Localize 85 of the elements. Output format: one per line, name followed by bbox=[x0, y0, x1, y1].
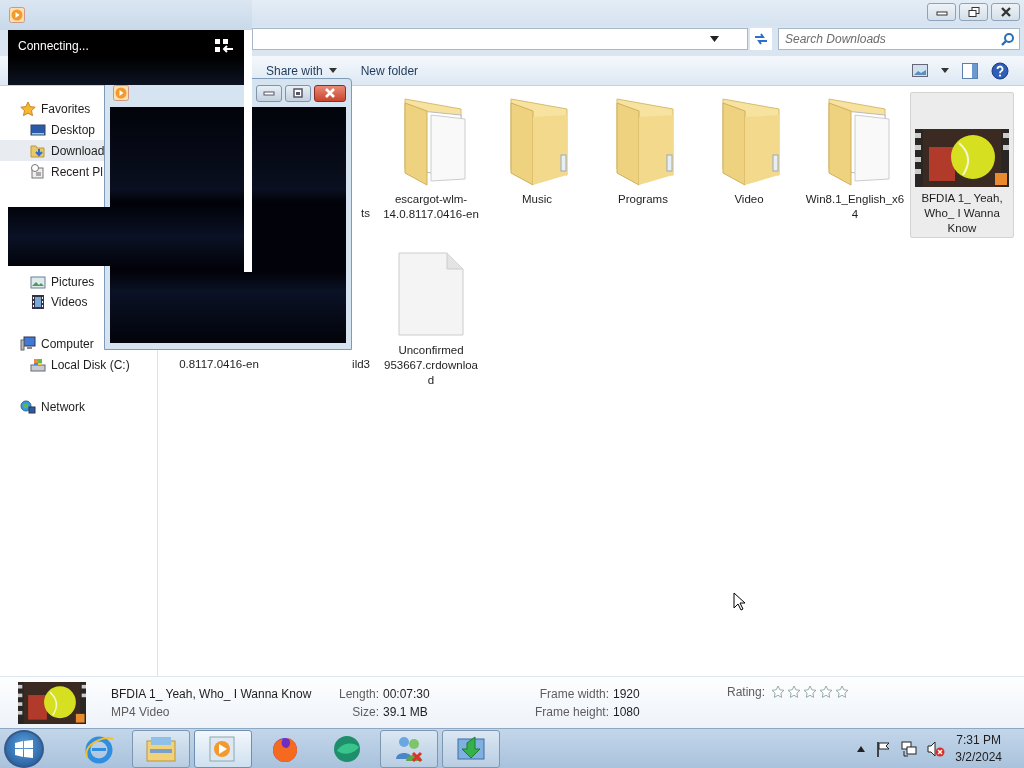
file-title: BFDIA 1_ Yeah, Who_ I Wanna Know bbox=[111, 686, 313, 701]
file-item[interactable]: BFDIA 1_ Yeah, Who_ I Wanna Know bbox=[910, 92, 1014, 238]
star-icon bbox=[771, 685, 786, 699]
close-button[interactable] bbox=[314, 84, 346, 102]
restore-icon bbox=[967, 7, 980, 17]
maximize-button[interactable] bbox=[285, 84, 311, 102]
clock-date[interactable]: 3/2/2024 bbox=[955, 748, 1002, 766]
nav-header[interactable]: Network bbox=[0, 396, 85, 417]
search-icon bbox=[1001, 32, 1015, 46]
restore-button[interactable] bbox=[959, 3, 988, 21]
nav-header[interactable]: Computer bbox=[0, 333, 94, 354]
file-name[interactable]: Unconfirmed 953667.crdownload bbox=[381, 343, 481, 388]
toolbar-button[interactable]: New folder bbox=[352, 61, 427, 80]
taskbar-button[interactable] bbox=[194, 729, 252, 768]
property-label: Length: bbox=[337, 686, 379, 701]
clock-time[interactable]: 7:31 PM bbox=[955, 731, 1002, 749]
refresh-arrows-icon bbox=[753, 32, 769, 46]
refresh-button[interactable] bbox=[750, 28, 772, 50]
star-icon bbox=[835, 685, 850, 699]
monitor-icon bbox=[30, 121, 46, 138]
dropdown-caret-icon bbox=[328, 68, 337, 73]
flag-icon bbox=[875, 740, 892, 757]
show-hidden-icons-icon bbox=[857, 745, 866, 752]
taskbar-button[interactable] bbox=[380, 729, 438, 768]
taskbar-button[interactable] bbox=[442, 729, 500, 768]
nav-item[interactable]: Local Disk (C:) bbox=[0, 354, 130, 375]
view-options-icon bbox=[912, 63, 928, 78]
maximize-icon bbox=[292, 88, 304, 98]
taskbar-button[interactable] bbox=[132, 729, 190, 768]
play-icon bbox=[113, 85, 129, 101]
file-name[interactable]: escargot-wlm-14.0.8117.0416-en bbox=[381, 192, 481, 222]
nav-item[interactable]: Videos bbox=[0, 292, 88, 312]
windows-logo-icon bbox=[14, 738, 34, 759]
close-icon bbox=[323, 88, 337, 98]
property-label: Size: bbox=[351, 704, 379, 719]
file-name[interactable]: BFDIA 1_ Yeah, Who_ I Wanna Know bbox=[912, 191, 1012, 236]
file-name[interactable]: ts bbox=[361, 206, 370, 221]
close-button[interactable] bbox=[991, 3, 1020, 21]
property-value: 1080 bbox=[613, 704, 641, 719]
menu-button[interactable]: Share with bbox=[258, 61, 345, 80]
file-name[interactable]: 0.8117.0416-en bbox=[179, 357, 259, 372]
computer-icon bbox=[20, 335, 36, 352]
star-rating[interactable] bbox=[771, 685, 850, 699]
star-icon bbox=[803, 685, 818, 699]
compact-mode-icon bbox=[215, 39, 233, 53]
star-icon bbox=[819, 685, 834, 699]
file-name[interactable]: Win8.1_English_x64 bbox=[805, 192, 905, 222]
network-globe-icon bbox=[20, 398, 36, 415]
property-value: 39.1 MB bbox=[383, 704, 429, 719]
start-button[interactable] bbox=[4, 729, 44, 768]
recent-places-icon bbox=[30, 163, 46, 180]
help-icon bbox=[991, 61, 1009, 80]
nav-item[interactable]: Download bbox=[0, 140, 105, 161]
dropdown-caret-icon bbox=[941, 68, 949, 73]
blank-file-icon bbox=[396, 250, 466, 338]
property-value: 00:07:30 bbox=[383, 686, 431, 701]
download-folder-icon bbox=[30, 142, 46, 159]
property-label: Rating: bbox=[727, 685, 766, 699]
preview-pane-icon bbox=[962, 62, 978, 79]
star-icon bbox=[20, 100, 36, 117]
status-text: Connecting... bbox=[18, 39, 89, 53]
dropdown-caret-icon bbox=[710, 36, 719, 42]
drive-icon bbox=[30, 356, 46, 373]
nav-item[interactable]: Desktop bbox=[0, 119, 96, 140]
nav-item[interactable]: Recent Pl bbox=[0, 161, 104, 182]
play-icon bbox=[9, 7, 25, 23]
address-bar[interactable] bbox=[252, 28, 748, 50]
minimize-icon bbox=[263, 89, 275, 97]
property-label: Frame width: bbox=[538, 686, 609, 701]
file-type: MP4 Video bbox=[111, 704, 171, 719]
pictures-icon bbox=[30, 274, 46, 290]
close-icon bbox=[999, 7, 1012, 17]
network-icon bbox=[901, 740, 918, 757]
nav-item[interactable]: Pictures bbox=[0, 272, 95, 292]
file-name[interactable]: ild3 bbox=[352, 357, 370, 372]
mouse-pointer-icon bbox=[733, 592, 746, 611]
file-name[interactable]: Programs bbox=[593, 192, 693, 207]
file-name[interactable]: Music bbox=[487, 192, 587, 207]
file-name[interactable]: Video bbox=[699, 192, 799, 207]
star-icon bbox=[787, 685, 802, 699]
muted-speaker-icon bbox=[927, 740, 946, 757]
property-label: Frame height: bbox=[533, 704, 609, 719]
search-field[interactable]: Search Downloads bbox=[778, 28, 1020, 50]
film-icon bbox=[30, 294, 46, 310]
nav-header[interactable]: Favorites bbox=[0, 98, 91, 119]
